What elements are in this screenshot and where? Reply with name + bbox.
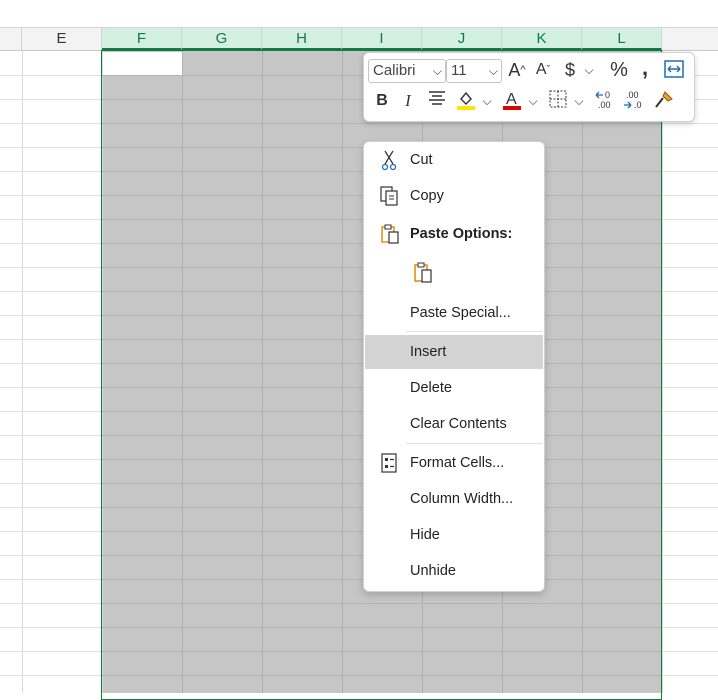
chevron-down-icon: ⌵ <box>432 64 442 78</box>
menu-item-unhide[interactable]: Unhide <box>365 554 543 588</box>
menu-item-delete[interactable]: Delete <box>365 371 543 405</box>
paste-option-button[interactable] <box>410 255 440 289</box>
row-gridline-selected <box>102 627 662 628</box>
chevron-down-icon[interactable]: ⌵ <box>480 89 494 113</box>
menu-item-label: Hide <box>410 527 440 543</box>
scissors-icon <box>379 149 401 171</box>
comma-style-icon[interactable]: , <box>638 56 652 80</box>
column-header-j[interactable]: J <box>422 28 502 50</box>
row-gridline-selected <box>102 123 662 124</box>
active-cell[interactable] <box>103 52 182 75</box>
fill-color-icon[interactable] <box>454 89 478 113</box>
menu-item-insert[interactable]: Insert <box>365 335 543 369</box>
menu-item-hide[interactable]: Hide <box>365 518 543 552</box>
borders-icon[interactable] <box>546 89 570 113</box>
format-cells-icon <box>379 452 401 474</box>
mini-toolbar: Calibri ⌵ 11 ⌵ A^ Aˇ $ ⌵ % , B I ⌵ A ⌵ ⌵… <box>363 52 695 122</box>
menu-item-label: Clear Contents <box>410 416 507 432</box>
menu-item-label: Delete <box>410 380 452 396</box>
font-name-value: Calibri <box>373 62 416 79</box>
copy-icon <box>379 185 401 207</box>
font-size-value: 11 <box>451 62 467 79</box>
menu-item-format-cells[interactable]: Format Cells... <box>365 446 543 480</box>
column-header-h[interactable]: H <box>262 28 342 50</box>
select-all-corner[interactable] <box>0 28 22 50</box>
formula-bar-area <box>0 0 718 28</box>
column-header-m[interactable]: M <box>662 28 718 50</box>
column-header-k[interactable]: K <box>502 28 582 50</box>
menu-item-label: Format Cells... <box>410 455 505 471</box>
increase-decimal-icon[interactable]: 0.00 <box>594 89 618 113</box>
paste-icon <box>379 223 401 245</box>
column-header-g[interactable]: G <box>182 28 262 50</box>
chevron-down-icon[interactable]: ⌵ <box>526 89 540 113</box>
menu-item-label: Unhide <box>410 563 456 579</box>
column-header-row: E F G H I J K L M <box>0 28 718 51</box>
row-gridline-selected <box>102 603 662 604</box>
percent-icon[interactable]: % <box>608 58 630 82</box>
currency-icon[interactable]: $ <box>560 58 580 82</box>
row-gridline-selected <box>102 651 662 652</box>
paste-icon <box>412 261 434 283</box>
menu-item-label: Insert <box>410 344 447 360</box>
menu-item-paste-options-header: Paste Options: <box>365 217 543 251</box>
column-header-i[interactable]: I <box>342 28 422 50</box>
increase-font-size-icon[interactable]: A^ <box>506 58 528 82</box>
chevron-down-icon[interactable]: ⌵ <box>572 89 586 113</box>
menu-separator <box>406 331 542 332</box>
svg-text:.00: .00 <box>626 90 639 100</box>
column-header-f[interactable]: F <box>102 28 182 50</box>
decrease-decimal-icon[interactable]: .00.0 <box>622 89 646 113</box>
font-size-dropdown[interactable]: 11 ⌵ <box>446 59 502 83</box>
font-name-dropdown[interactable]: Calibri ⌵ <box>368 59 446 83</box>
row-gridline-selected <box>102 675 662 676</box>
menu-item-clear-contents[interactable]: Clear Contents <box>365 407 543 441</box>
menu-item-label: Paste Options: <box>410 226 513 242</box>
column-header-l[interactable]: L <box>582 28 662 50</box>
menu-item-paste-special[interactable]: Paste Special... <box>365 296 543 330</box>
context-menu: Cut Copy Paste Options: Paste Special...… <box>363 141 545 592</box>
svg-text:0: 0 <box>605 90 610 100</box>
italic-icon[interactable]: I <box>398 89 418 113</box>
menu-item-copy[interactable]: Copy <box>365 179 543 213</box>
svg-text:A: A <box>506 91 517 108</box>
svg-text:.00: .00 <box>598 100 611 110</box>
wrap-text-icon[interactable] <box>662 59 686 83</box>
menu-item-label: Paste Special... <box>410 305 511 321</box>
menu-item-label: Column Width... <box>410 491 514 507</box>
menu-item-column-width[interactable]: Column Width... <box>365 482 543 516</box>
column-header-e[interactable]: E <box>22 28 102 50</box>
menu-separator <box>406 443 542 444</box>
decrease-font-size-icon[interactable]: Aˇ <box>532 58 554 82</box>
menu-item-label: Cut <box>410 152 433 168</box>
center-align-icon[interactable] <box>426 89 448 113</box>
font-color-icon[interactable]: A <box>500 89 524 113</box>
svg-text:.0: .0 <box>634 100 642 110</box>
menu-item-cut[interactable]: Cut <box>365 143 543 177</box>
chevron-down-icon[interactable]: ⌵ <box>582 58 596 82</box>
bold-icon[interactable]: B <box>372 89 392 113</box>
menu-item-label: Copy <box>410 188 444 204</box>
chevron-down-icon: ⌵ <box>488 64 498 78</box>
format-painter-icon[interactable] <box>652 89 676 113</box>
